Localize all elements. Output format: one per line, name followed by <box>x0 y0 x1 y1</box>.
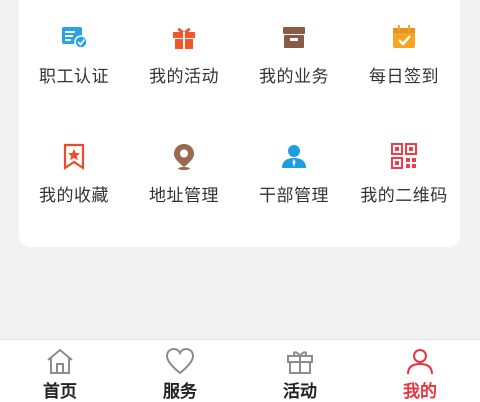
grid-item-my-qr-code[interactable]: 我的二维码 <box>349 141 459 221</box>
grid-item-my-activities[interactable]: 我的活动 <box>129 22 239 102</box>
bottom-tab-bar: 首页 服务 活动 我的 <box>0 339 480 402</box>
grid-item-my-business[interactable]: 我的业务 <box>239 22 349 102</box>
gift-icon <box>173 28 195 49</box>
heart-icon <box>165 347 195 375</box>
grid-item-employee-certification[interactable]: 职工认证 <box>19 22 129 102</box>
tab-services[interactable]: 服务 <box>120 340 240 402</box>
tab-home[interactable]: 首页 <box>0 340 120 402</box>
grid-item-my-favorites[interactable]: 我的收藏 <box>19 141 129 221</box>
grid-item-label: 我的二维码 <box>360 186 448 206</box>
qr-code-icon <box>391 143 417 169</box>
location-pin-icon <box>174 144 194 170</box>
grid-item-address-management[interactable]: 地址管理 <box>129 141 239 221</box>
tab-label: 服务 <box>163 382 197 402</box>
calendar-check-icon <box>393 25 415 48</box>
tab-mine[interactable]: 我的 <box>360 340 480 402</box>
archive-box-icon <box>283 27 305 48</box>
grid-item-cadre-management[interactable]: 干部管理 <box>239 141 349 221</box>
function-grid: 职工认证 我的活动 我的业务 每日签到 我的收藏 地址管理 干部管理 我的二维码 <box>19 0 460 247</box>
grid-item-label: 干部管理 <box>259 186 329 206</box>
grid-item-label: 每日签到 <box>369 67 439 87</box>
person-icon <box>407 349 433 375</box>
user-manager-icon <box>282 145 306 168</box>
home-icon <box>47 348 73 374</box>
gift-box-icon <box>287 351 313 374</box>
grid-item-label: 我的业务 <box>259 67 329 87</box>
bookmark-star-icon <box>63 143 85 171</box>
grid-item-label: 我的收藏 <box>39 186 109 206</box>
tab-label: 我的 <box>403 382 437 402</box>
grid-item-label: 职工认证 <box>39 67 109 87</box>
tab-activities[interactable]: 活动 <box>240 340 360 402</box>
grid-item-daily-checkin[interactable]: 每日签到 <box>349 22 459 102</box>
grid-item-label: 我的活动 <box>149 67 219 87</box>
employee-certification-icon <box>62 27 88 49</box>
tab-label: 活动 <box>283 382 317 402</box>
grid-item-label: 地址管理 <box>149 186 219 206</box>
tab-label: 首页 <box>43 382 77 402</box>
functions-card: 职工认证 我的活动 我的业务 每日签到 我的收藏 地址管理 干部管理 我的二维码 <box>19 0 460 247</box>
